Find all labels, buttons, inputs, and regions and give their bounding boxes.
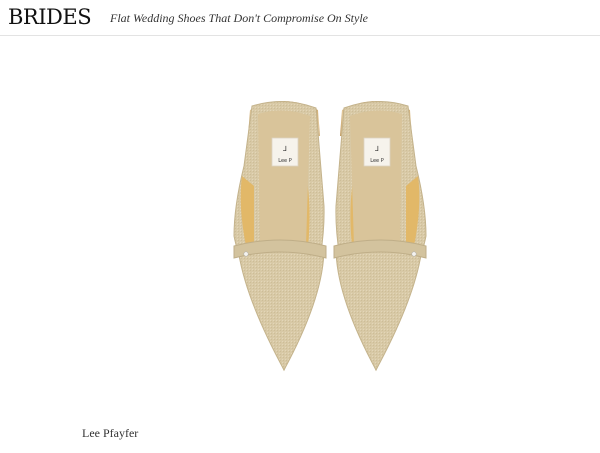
photo-credit: Lee Pfayfer xyxy=(82,426,139,440)
article-title: Flat Wedding Shoes That Don't Compromise… xyxy=(110,11,368,25)
right-shoe: ⅃ Lee P xyxy=(333,100,427,372)
site-header: BRIDES Flat Wedding Shoes That Don't Com… xyxy=(0,0,600,36)
left-shoe: ⅃ Lee P xyxy=(233,100,327,372)
brides-logo[interactable]: BRIDES xyxy=(8,5,92,29)
product-image: ⅃ Lee P ⅃ Lee P xyxy=(220,96,440,378)
flat-mules-illustration: ⅃ Lee P ⅃ Lee P xyxy=(233,100,427,372)
svg-text:⅃: ⅃ xyxy=(374,145,379,153)
article-page: BRIDES Flat Wedding Shoes That Don't Com… xyxy=(0,0,600,453)
svg-text:⅃: ⅃ xyxy=(282,145,287,153)
left-label-text: Lee P xyxy=(278,158,291,164)
right-label-text: Lee P xyxy=(370,158,383,164)
